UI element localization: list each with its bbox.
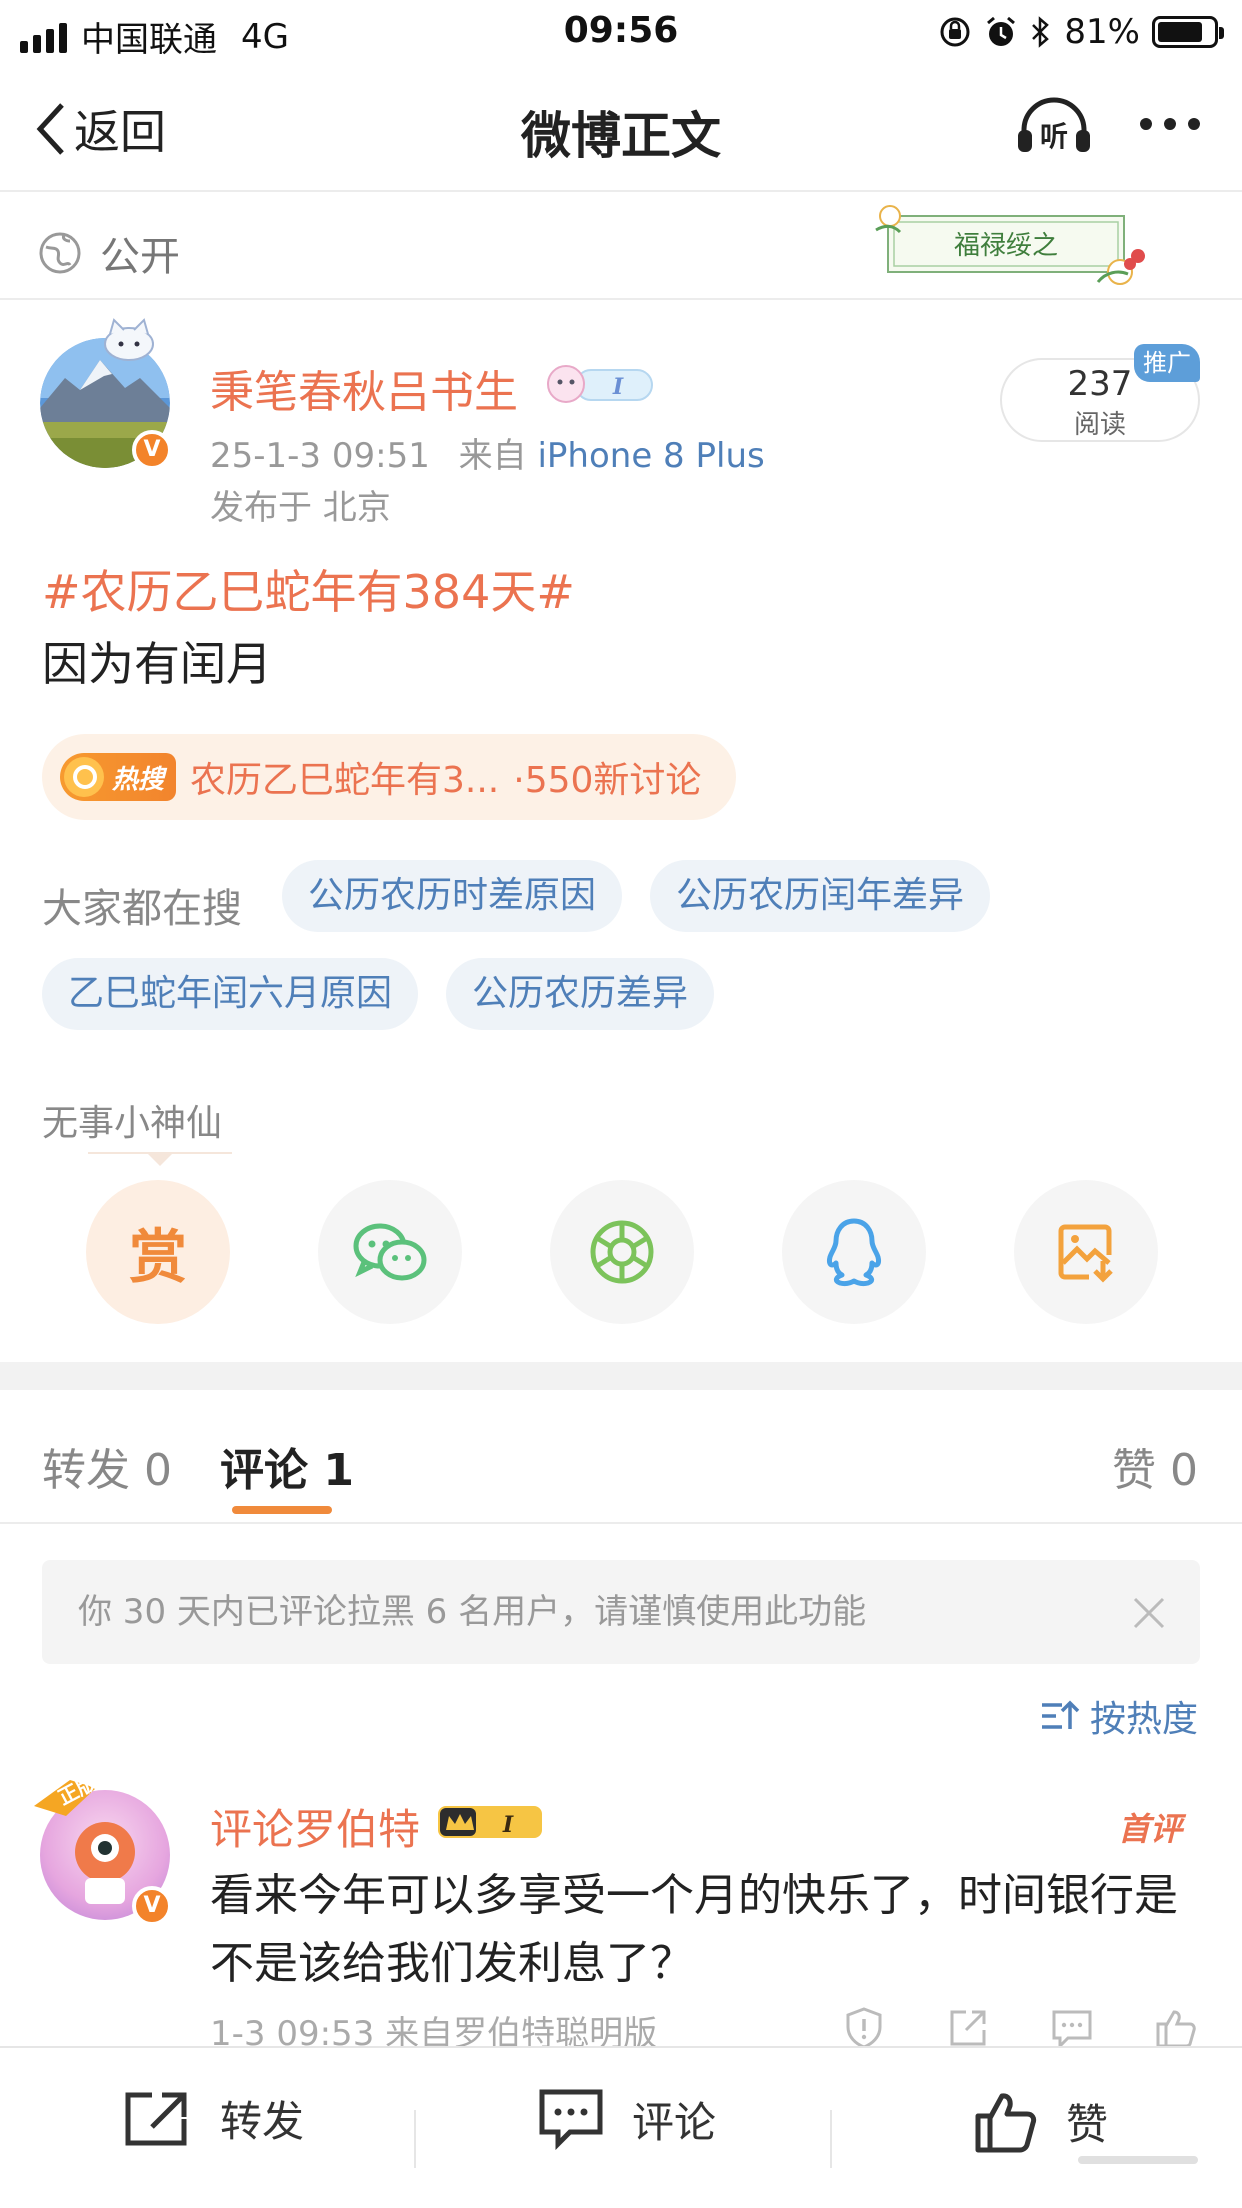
badge-text: 福禄绥之 xyxy=(954,231,1058,261)
share-qq-button[interactable] xyxy=(782,1180,926,1324)
reward-button[interactable]: 赏 xyxy=(86,1180,230,1324)
sort-icon xyxy=(1041,1700,1080,1729)
battery-percent: 81% xyxy=(1064,12,1140,52)
hot-tag-label: 热搜 xyxy=(112,764,165,795)
thumbs-up-icon xyxy=(975,2093,1037,2153)
svg-text:I: I xyxy=(612,374,624,400)
reward-caret xyxy=(146,1152,174,1166)
svg-text:I: I xyxy=(502,1812,514,1838)
search-chip[interactable]: 公历农历差异 xyxy=(446,958,715,1030)
alarm-icon xyxy=(987,16,1016,46)
visibility-label: 公开 xyxy=(100,234,180,280)
zhengbang-badge-icon: 正版 xyxy=(34,1776,100,1816)
post-meta: 25-1-3 09:51 来自 iPhone 8 Plus xyxy=(210,428,765,477)
post-source-prefix: 来自 xyxy=(458,436,527,476)
comment-text: 看来今年可以多享受一个月的快乐了，时间银行是不是该给我们发利息了？ xyxy=(210,1870,1178,1989)
comment-button[interactable]: 评论 xyxy=(538,2088,716,2150)
promo-tag[interactable]: 推广 xyxy=(1134,344,1200,382)
battery-icon xyxy=(1152,16,1224,48)
sort-button[interactable]: 按热度 xyxy=(1040,1690,1198,1742)
nav-bar: 返回 微博正文 听 xyxy=(0,62,1242,192)
topic-link[interactable]: #农历乙巳蛇年有384天# xyxy=(42,556,575,622)
reward-char: 赏 xyxy=(128,1223,187,1291)
comment-icon xyxy=(539,2089,603,2150)
status-right: 81% xyxy=(938,12,1224,52)
status-bar: 中国联通 4G 09:56 81% xyxy=(0,0,1242,62)
search-chip[interactable]: 乙巳蛇年闰六月原因 xyxy=(42,958,419,1030)
commenter-verified-badge: V xyxy=(132,1886,172,1926)
commenter-name[interactable]: 评论罗伯特 xyxy=(210,1796,420,1857)
search-icon xyxy=(64,757,104,797)
reward-label: 无事小神仙 xyxy=(42,1103,223,1144)
tab-comment[interactable]: 评论 1 xyxy=(220,1434,354,1498)
cat-ornament xyxy=(104,318,154,361)
tab-like[interactable]: 赞 0 xyxy=(1112,1434,1198,1498)
first-comment-tag: 首评 xyxy=(1117,1810,1182,1848)
qq-icon xyxy=(827,1218,881,1287)
search-chip[interactable]: 公历农历闰年差异 xyxy=(650,860,991,932)
search-chip[interactable]: 公历农历时差原因 xyxy=(282,860,623,932)
section-divider xyxy=(0,1362,1242,1390)
post-date: 25-1-3 09:51 xyxy=(210,436,430,476)
member-badge-icon[interactable]: I xyxy=(546,362,658,406)
verified-badge: V xyxy=(132,430,172,470)
more-button[interactable] xyxy=(1140,118,1200,130)
listen-button[interactable]: 听 xyxy=(1016,96,1092,160)
post-device[interactable]: iPhone 8 Plus xyxy=(537,436,764,476)
share-comment-icon[interactable] xyxy=(946,2006,990,2050)
repost-icon xyxy=(125,2092,187,2145)
decorative-badge: 福禄绥之 xyxy=(875,205,1145,285)
share-moments-button[interactable] xyxy=(550,1180,694,1324)
searching-label: 大家都在搜 xyxy=(42,886,242,932)
tab-active-indicator xyxy=(232,1506,332,1514)
visibility-row: 公开 福禄绥之 xyxy=(0,194,1242,300)
block-notice: 你 30 天内已评论拉黑 6 名用户，请谨慎使用此功能 xyxy=(42,1560,1200,1664)
crown-badge-icon[interactable]: I xyxy=(434,1800,546,1844)
comment-actions xyxy=(842,2006,1198,2050)
interaction-tabs: 转发 0 评论 1 赞 0 xyxy=(0,1390,1242,1524)
hot-search-banner[interactable]: 热搜 农历乙巳蛇年有3... ·550新讨论 xyxy=(42,734,736,820)
bottom-separator xyxy=(830,2110,832,2168)
save-image-icon xyxy=(1058,1224,1113,1283)
hot-search-count: ·550新讨论 xyxy=(513,760,702,801)
reply-icon[interactable] xyxy=(1050,2006,1094,2050)
like-button[interactable]: 赞 xyxy=(974,2088,1108,2154)
moments-icon xyxy=(590,1220,654,1284)
comment-label: 评论 xyxy=(632,2097,717,2147)
wechat-icon xyxy=(353,1223,427,1281)
globe-icon xyxy=(39,232,81,274)
save-image-button[interactable] xyxy=(1014,1180,1158,1324)
hot-search-text: 农历乙巳蛇年有3... xyxy=(190,760,500,801)
report-icon[interactable] xyxy=(842,2006,886,2050)
share-wechat-button[interactable] xyxy=(318,1180,462,1324)
sort-label: 按热度 xyxy=(1089,1699,1198,1740)
listen-label: 听 xyxy=(1040,120,1068,153)
home-indicator xyxy=(1078,2156,1198,2164)
repost-button[interactable]: 转发 xyxy=(122,2088,304,2149)
notice-text: 你 30 天内已评论拉黑 6 名用户，请谨慎使用此功能 xyxy=(78,1592,867,1632)
headphones-icon: 听 xyxy=(1018,97,1090,153)
repost-label: 转发 xyxy=(220,2097,305,2146)
like-label: 赞 xyxy=(1066,2099,1109,2149)
close-icon[interactable] xyxy=(1132,1596,1166,1630)
bluetooth-icon xyxy=(1032,16,1050,48)
tab-repost[interactable]: 转发 0 xyxy=(42,1434,172,1498)
post-text: 因为有闰月 xyxy=(42,637,272,691)
bottom-action-bar: 转发 评论 赞 xyxy=(0,2046,1242,2208)
bottom-separator xyxy=(414,2110,416,2168)
like-comment-icon[interactable] xyxy=(1154,2006,1198,2050)
rotation-lock-icon xyxy=(940,17,970,47)
hot-search-tag: 热搜 xyxy=(60,753,177,801)
visibility-public: 公开 xyxy=(38,224,180,282)
author-name[interactable]: 秉笔春秋吕书生 xyxy=(210,356,518,420)
post-location: 发布于 北京 xyxy=(210,488,391,528)
read-label: 阅读 xyxy=(1073,410,1126,440)
